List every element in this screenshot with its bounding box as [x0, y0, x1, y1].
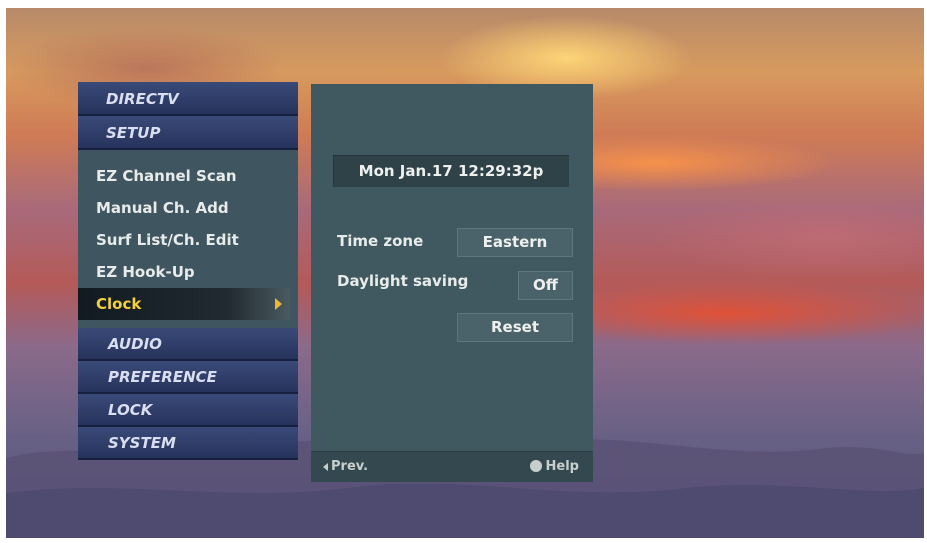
daylight-saving-toggle[interactable]: Off — [518, 271, 573, 300]
menu-item-surf-list-ch-edit[interactable]: Surf List/Ch. Edit — [78, 224, 298, 256]
help-label: Help — [545, 459, 579, 474]
time-zone-label: Time zone — [337, 232, 424, 250]
menu-item-clock[interactable]: Clock — [78, 288, 290, 320]
menu-category-system[interactable]: SYSTEM — [78, 427, 298, 460]
menu-item-ez-channel-scan[interactable]: EZ Channel Scan — [78, 160, 298, 192]
current-datetime-display: Mon Jan.17 12:29:32p — [333, 155, 569, 187]
reset-button[interactable]: Reset — [457, 313, 573, 342]
prev-button[interactable]: Prev. — [323, 452, 368, 482]
menu-category-audio[interactable]: AUDIO — [78, 328, 298, 361]
menu-item-manual-ch-add[interactable]: Manual Ch. Add — [78, 192, 298, 224]
menu-item-clock-label: Clock — [96, 295, 142, 313]
left-arrow-icon — [323, 462, 328, 471]
clock-settings-panel: Mon Jan.17 12:29:32p Time zone Eastern D… — [311, 84, 593, 482]
panel-footer: Prev. Help — [311, 451, 593, 482]
time-zone-select[interactable]: Eastern — [457, 228, 573, 257]
menu-header-directv[interactable]: DIRECTV — [78, 82, 298, 116]
setup-menu: DIRECTV SETUP EZ Channel Scan Manual Ch.… — [78, 82, 298, 460]
setup-submenu: EZ Channel Scan Manual Ch. Add Surf List… — [78, 150, 298, 328]
help-icon — [529, 459, 542, 472]
prev-label: Prev. — [331, 459, 369, 474]
menu-item-ez-hook-up[interactable]: EZ Hook-Up — [78, 256, 298, 288]
help-button[interactable]: Help — [529, 452, 579, 482]
menu-header-setup[interactable]: SETUP — [78, 116, 298, 150]
chevron-right-icon — [275, 298, 282, 310]
menu-category-lock[interactable]: LOCK — [78, 394, 298, 427]
daylight-saving-label: Daylight saving — [337, 272, 469, 290]
menu-category-preference[interactable]: PREFERENCE — [78, 361, 298, 394]
